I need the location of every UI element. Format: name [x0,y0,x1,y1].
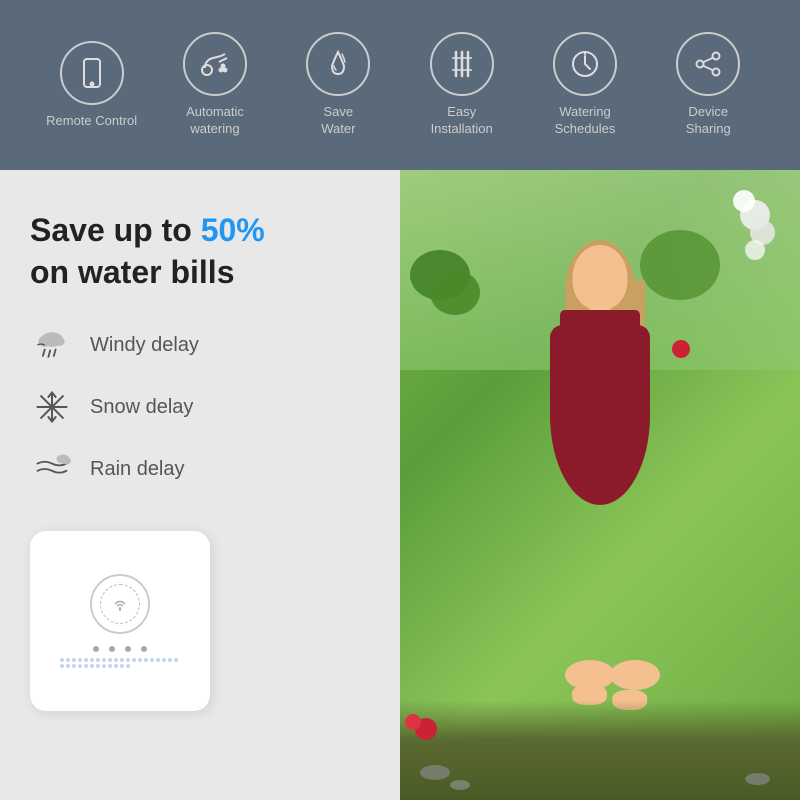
rock-3 [745,773,770,785]
watering-schedules-label: WateringSchedules [555,104,616,138]
feature-device-sharing: DeviceSharing [653,32,763,138]
share-icon [692,48,724,80]
left-panel: Save up to 50% on water bills [0,170,400,800]
girl-face [573,245,628,310]
phone-icon [76,57,108,89]
headline-text: Save up to 50% on water bills [30,210,370,293]
feature-automatic-watering: Automaticwatering [160,32,270,138]
right-panel-image [400,170,800,800]
rain-delay-label: Rain delay [90,458,185,481]
girl-dress-body [550,325,650,505]
water-drop-icon [322,48,354,80]
rock-2 [450,780,470,790]
feature-save-water: SaveWater [283,32,393,138]
feature-remote-control: Remote Control [37,41,147,130]
weather-features-list: Windy delay [30,323,370,491]
windy-delay-item: Windy delay [30,323,370,367]
save-water-icon-circle [306,32,370,96]
device-knob-inner [100,584,140,624]
girl-leg-right [610,660,660,690]
rain-delay-icon [30,447,74,491]
wifi-icon [110,594,130,614]
main-content: Save up to 50% on water bills [0,170,800,800]
bush-left-2 [430,270,480,315]
device-sharing-icon-circle [676,32,740,96]
snow-delay-label: Snow delay [90,396,193,419]
automatic-watering-icon-circle [183,32,247,96]
device-image [30,531,210,711]
watering-can-icon [199,48,231,80]
windy-delay-icon [30,323,74,367]
watering-schedules-icon-circle [553,32,617,96]
snow-delay-icon [30,385,74,429]
rock-1 [420,765,450,780]
control-dot-1 [93,646,99,652]
device-knob [90,574,150,634]
tools-icon [446,48,478,80]
device-sharing-label: DeviceSharing [686,104,731,138]
easy-installation-label: EasyInstallation [431,104,493,138]
feature-easy-installation: EasyInstallation [407,32,517,138]
headline-prefix: Save up to [30,212,201,248]
control-dot-4 [141,646,147,652]
remote-control-label: Remote Control [46,113,137,130]
easy-installation-icon-circle [430,32,494,96]
control-dot-3 [125,646,131,652]
snow-delay-item: Snow delay [30,385,370,429]
flower-red-2 [405,714,421,730]
device-controls [93,646,147,652]
girl-figure [500,240,700,720]
control-dot-2 [109,646,115,652]
device-bottom-pattern [60,658,180,668]
headline-suffix: on water bills [30,254,234,290]
rain-delay-item: Rain delay [30,447,370,491]
headline-percent: 50% [201,212,265,248]
remote-control-icon-circle [60,41,124,105]
feature-watering-schedules: WateringSchedules [530,32,640,138]
automatic-watering-label: Automaticwatering [186,104,244,138]
save-water-label: SaveWater [321,104,355,138]
windy-delay-label: Windy delay [90,334,199,357]
clock-icon [569,48,601,80]
flower-in-hand [672,340,690,358]
top-features-bar: Remote Control Automaticwatering SaveWat [0,0,800,170]
